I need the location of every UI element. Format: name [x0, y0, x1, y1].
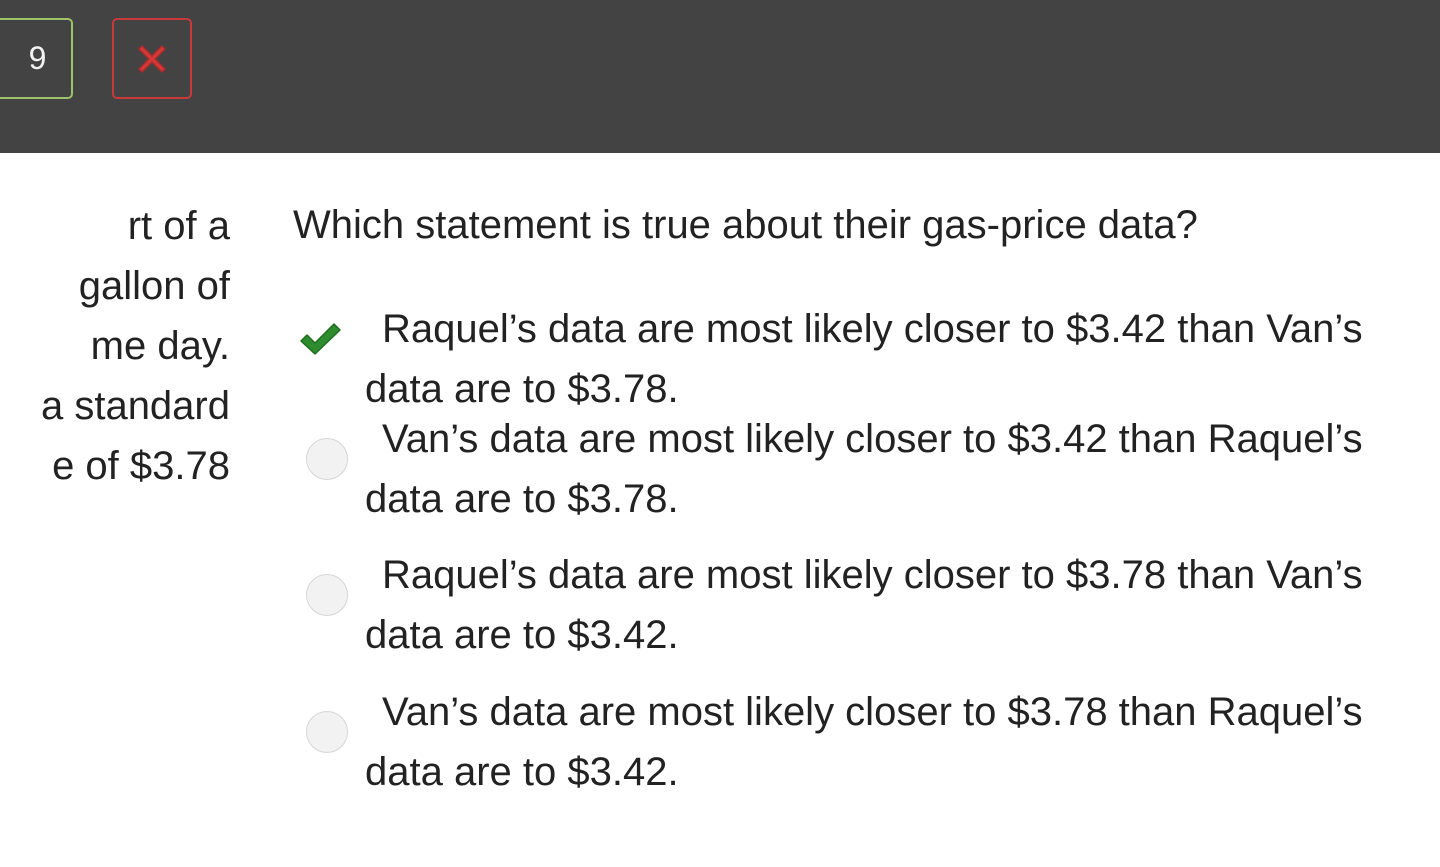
answer-option-4-marker[interactable]: [298, 709, 350, 761]
answer-option-2-text: Van’s data are most likely closer to $3.…: [365, 417, 1363, 521]
close-x-icon: [138, 44, 166, 73]
top-toolbar: 9: [0, 0, 1440, 153]
check-icon: [300, 323, 341, 355]
answer-option-1-marker[interactable]: [298, 312, 350, 364]
passage-line: rt of a: [127, 204, 230, 248]
question-number-button[interactable]: 9: [0, 18, 73, 99]
incorrect-mark-button[interactable]: [112, 18, 192, 99]
answer-option-3-text: Raquel’s data are most likely closer to …: [365, 553, 1363, 657]
answer-option-2-marker[interactable]: [298, 436, 350, 488]
answer-option-1-text: Raquel’s data are most likely closer to …: [365, 307, 1363, 411]
passage-line: me day.: [90, 324, 230, 368]
passage-line: a standard: [40, 384, 230, 428]
answer-option-4-text: Van’s data are most likely closer to $3.…: [365, 690, 1363, 794]
radio-icon[interactable]: [306, 438, 348, 480]
question-prompt: Which statement is true about their gas-…: [293, 203, 1198, 247]
question-number-label: 9: [28, 40, 47, 76]
radio-icon[interactable]: [306, 574, 348, 616]
radio-icon[interactable]: [306, 711, 348, 753]
passage-line: e of $3.78: [52, 444, 230, 488]
answer-option-3-marker[interactable]: [298, 572, 350, 624]
passage-text: rt of a gallon of me day. a standard e o…: [0, 196, 230, 496]
passage-line: gallon of: [78, 264, 230, 308]
